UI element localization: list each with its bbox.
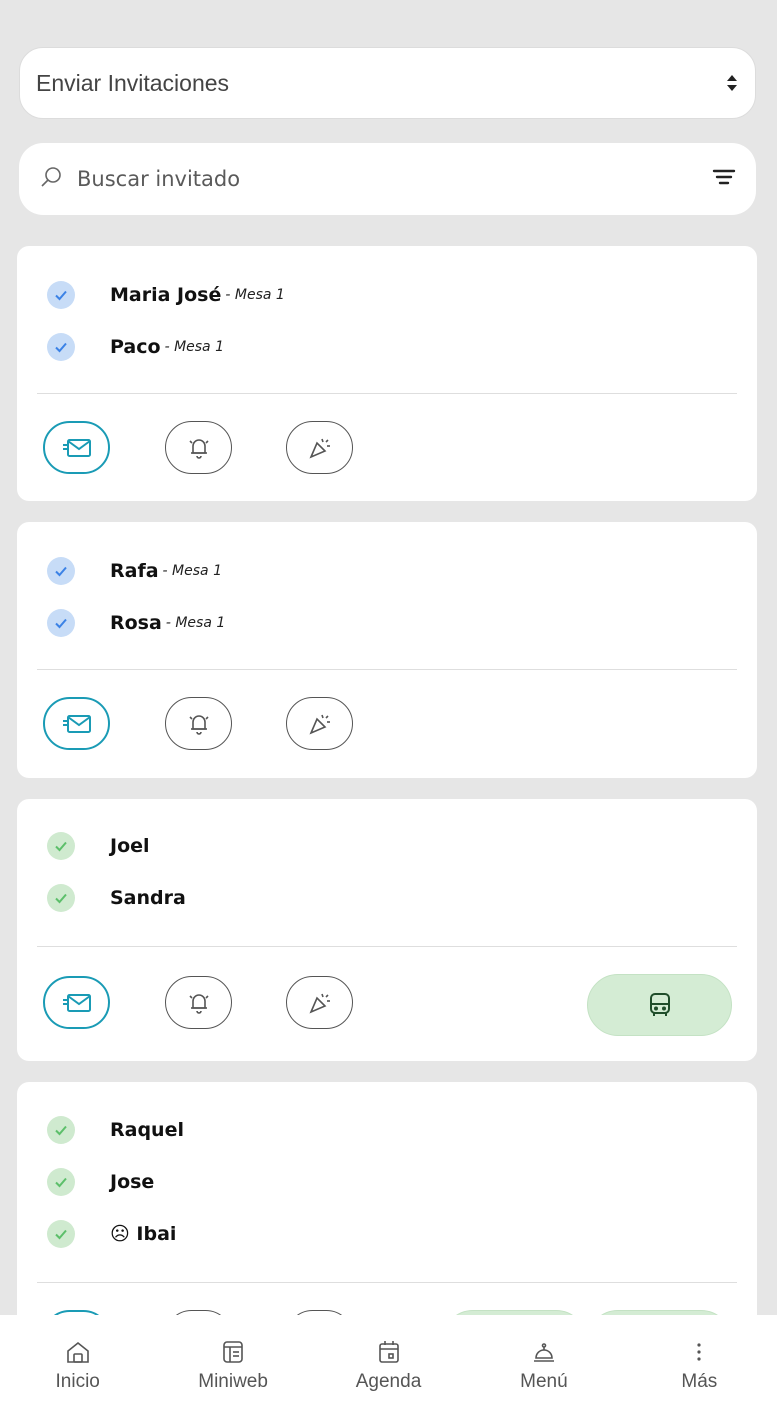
guest-group-card: Rafa - Mesa 1 Rosa - Mesa 1: [17, 522, 757, 778]
guest-name: Raquel: [110, 1119, 184, 1141]
guest-table: - Mesa 1: [164, 339, 224, 355]
guest-name: ☹ Ibai: [110, 1223, 177, 1245]
guest-table: - Mesa 1: [165, 615, 226, 631]
nav-item-inicio[interactable]: Inicio: [0, 1315, 155, 1426]
check-icon: [47, 1168, 75, 1196]
check-icon: [47, 832, 75, 860]
mail-icon: [62, 993, 91, 1012]
celebration-button[interactable]: [286, 976, 353, 1029]
divider: [37, 393, 737, 394]
guest-row[interactable]: Jose: [47, 1168, 154, 1196]
search-icon: [39, 165, 63, 193]
guest-name: Jose: [110, 1171, 155, 1193]
celebration-button[interactable]: [286, 421, 353, 474]
divider: [37, 1282, 737, 1283]
nav-item-menu[interactable]: Menú: [466, 1315, 621, 1426]
calendar-icon: [378, 1341, 399, 1363]
cloche-icon: [533, 1343, 554, 1362]
guest-table: - Mesa 1: [225, 287, 285, 303]
guest-row[interactable]: Joel: [47, 832, 150, 860]
more-icon: [697, 1343, 701, 1361]
send-invitation-button[interactable]: [43, 421, 110, 474]
divider: [37, 669, 737, 670]
mail-icon: [62, 438, 91, 457]
check-icon: [47, 609, 75, 637]
reminder-button[interactable]: [165, 421, 232, 474]
nav-item-mas[interactable]: Más: [622, 1315, 777, 1426]
send-invitation-button[interactable]: [43, 697, 110, 750]
guest-row[interactable]: Sandra: [47, 884, 186, 912]
select-value: Enviar Invitaciones: [36, 69, 230, 96]
nav-label: Miniweb: [198, 1371, 268, 1392]
guest-row[interactable]: Rafa - Mesa 1: [47, 557, 222, 585]
guest-row[interactable]: ☹ Ibai: [47, 1220, 176, 1248]
guest-group-card: Raquel Jose ☹ Ibai: [17, 1082, 757, 1342]
send-invitations-select[interactable]: Enviar Invitaciones: [19, 47, 756, 119]
nav-label: Inicio: [55, 1371, 100, 1392]
guest-row[interactable]: Rosa - Mesa 1: [47, 609, 225, 637]
nav-label: Más: [681, 1371, 718, 1392]
check-icon: [47, 1220, 75, 1248]
guest-name: Maria José: [110, 284, 222, 306]
guest-name: Paco: [110, 336, 161, 358]
home-icon: [66, 1341, 89, 1363]
reminder-button[interactable]: [165, 976, 232, 1029]
check-icon: [47, 1116, 75, 1144]
miniweb-icon: [223, 1341, 243, 1363]
party-icon: [308, 438, 330, 459]
bottom-nav: Inicio Miniweb Agenda Menú Más: [0, 1315, 777, 1426]
bus-icon: [649, 993, 670, 1016]
bell-icon: [188, 438, 209, 459]
send-invitation-button[interactable]: [43, 976, 110, 1029]
guest-name: Joel: [110, 835, 150, 857]
guest-row[interactable]: Paco - Mesa 1: [47, 333, 224, 361]
check-icon: [47, 557, 75, 585]
guest-group-card: Maria José - Mesa 1 Paco - Mesa 1: [17, 246, 757, 501]
guest-name: Sandra: [110, 887, 186, 909]
nav-label: Agenda: [355, 1371, 422, 1392]
party-icon: [308, 714, 330, 735]
nav-item-miniweb[interactable]: Miniweb: [155, 1315, 310, 1426]
search-bar: [19, 143, 756, 215]
bell-icon: [188, 714, 209, 735]
check-icon: [47, 333, 75, 361]
filter-icon[interactable]: [712, 167, 736, 191]
celebration-button[interactable]: [286, 697, 353, 750]
guest-row[interactable]: Maria José - Mesa 1: [47, 281, 285, 309]
reminder-button[interactable]: [165, 697, 232, 750]
guest-table: - Mesa 1: [162, 563, 222, 579]
bell-icon: [188, 993, 209, 1014]
transport-button[interactable]: [587, 974, 732, 1036]
guest-name: Rosa: [110, 612, 162, 634]
search-input[interactable]: [77, 167, 712, 191]
nav-item-agenda[interactable]: Agenda: [311, 1315, 466, 1426]
check-icon: [47, 281, 75, 309]
check-icon: [47, 884, 75, 912]
party-icon: [308, 993, 330, 1014]
select-arrows-icon: [725, 73, 739, 93]
divider: [37, 946, 737, 947]
nav-label: Menú: [520, 1371, 568, 1392]
guest-name: Rafa: [110, 560, 159, 582]
guest-row[interactable]: Raquel: [47, 1116, 184, 1144]
mail-icon: [62, 714, 91, 733]
guest-group-card: Joel Sandra: [17, 799, 757, 1061]
